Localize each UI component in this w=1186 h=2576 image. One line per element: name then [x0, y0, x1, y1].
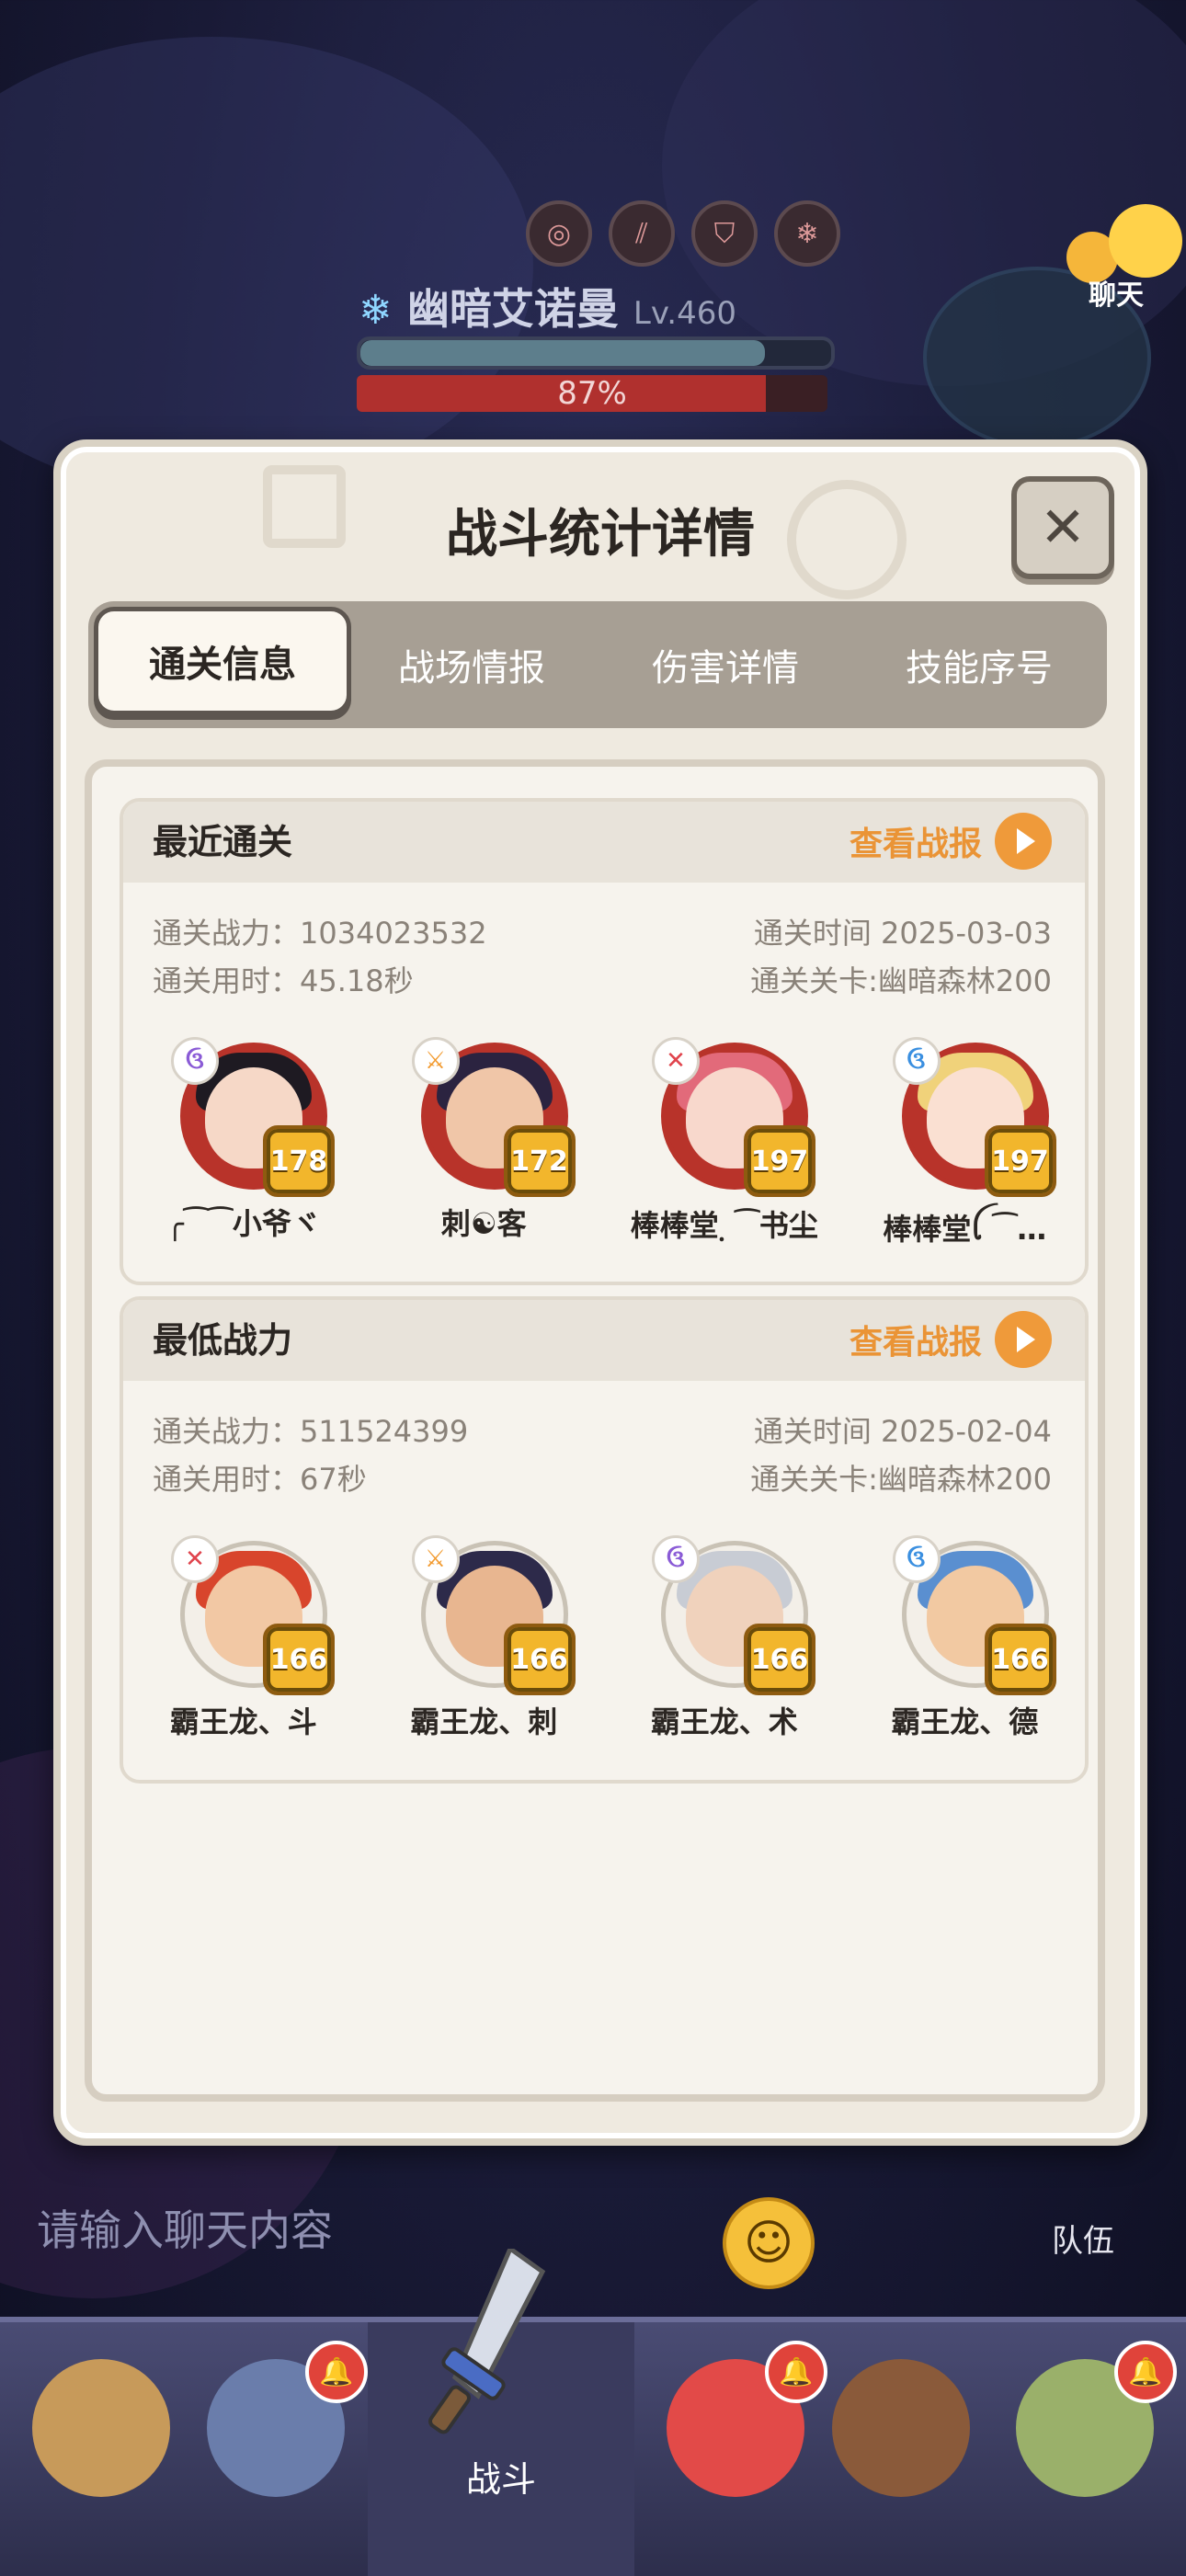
- hero-level-badge: 166: [263, 1624, 335, 1695]
- sword-icon: ⚔: [411, 1037, 460, 1085]
- hero-slot[interactable]: ઉ 166 霸王龙、德: [845, 1535, 1086, 1752]
- card-header: 最近通关 查看战报: [123, 802, 1085, 883]
- chat-input-row: 请输入聊天内容 ☺: [0, 2170, 1186, 2308]
- hero-name: 霸王龙、术: [650, 1704, 798, 1739]
- sword-icon: ⚔: [411, 1535, 460, 1583]
- view-report-button[interactable]: 查看战报: [850, 1311, 1052, 1368]
- clear-stage: 通关关卡:幽暗森林200: [750, 1462, 1052, 1497]
- nav-item-character[interactable]: 🔔: [193, 2341, 368, 2515]
- hero-name: 棒棒堂຺ ⁀书尘: [630, 1208, 818, 1243]
- notification-bell-icon: 🔔: [305, 2341, 368, 2403]
- snowflake-icon: ❄: [774, 200, 840, 267]
- hero-slot[interactable]: ઉ 166 霸王龙、术: [604, 1535, 845, 1752]
- recent-clear-card: 最近通关 查看战报 通关战力：1034023532 通关用时：45.18秒 通关…: [120, 798, 1089, 1285]
- tab-battlefield-intel[interactable]: 战场情报: [348, 610, 596, 719]
- hero-name: ╭⁀⁀小爷ヾ: [165, 1206, 321, 1241]
- hero-name: 刺☯客: [440, 1206, 527, 1241]
- hero-level-badge: 172: [503, 1125, 576, 1197]
- tab-clear-info[interactable]: 通关信息: [94, 607, 351, 715]
- view-report-label: 查看战报: [849, 826, 982, 863]
- modal-title: 战斗统计详情: [446, 505, 755, 564]
- hero-name: 棒棒堂ꪶ ⁀…: [883, 1212, 1047, 1247]
- crossed-swords-icon: ✕: [171, 1535, 219, 1583]
- hero-name: 霸王龙、德: [891, 1704, 1039, 1739]
- target-icon: ◎: [526, 200, 592, 267]
- swirl-icon: ઉ: [652, 1535, 700, 1583]
- clear-duration: 通关用时：45.18秒: [153, 963, 414, 998]
- nav-item-battle[interactable]: 战斗: [368, 2249, 634, 2576]
- view-report-button[interactable]: 查看战报: [850, 813, 1052, 870]
- clear-date: 通关时间 2025-02-04: [753, 1414, 1052, 1449]
- boss-shield-bar: [357, 336, 835, 370]
- swirl-icon: ઉ: [171, 1037, 219, 1085]
- hero-slot[interactable]: ⚔ 172 刺☯客: [364, 1037, 605, 1254]
- nav-item-hero[interactable]: [18, 2350, 184, 2515]
- claw-icon: ⫽: [609, 200, 675, 267]
- chat-face-icon: [1109, 204, 1182, 278]
- hero-level-badge: 178: [263, 1125, 335, 1197]
- hero-lineup: ઉ 178 ╭⁀⁀小爷ヾ ⚔ 172 刺☯客 ✕ 197 棒棒堂຺ ⁀书尘 ઉ …: [123, 1037, 1086, 1254]
- boss-buff-icons: ◎ ⫽ ⛉ ❄: [526, 200, 840, 267]
- hero-lineup: ✕ 166 霸王龙、斗 ⚔ 166 霸王龙、刺 ઉ 166 霸王龙、术 ઉ 16…: [123, 1535, 1086, 1752]
- hero-level-badge: 197: [984, 1125, 1056, 1197]
- nav-item-pet[interactable]: 🔔: [653, 2341, 827, 2515]
- notification-bell-icon: 🔔: [1114, 2341, 1177, 2403]
- hero-slot[interactable]: ✕ 197 棒棒堂຺ ⁀书尘: [604, 1037, 845, 1254]
- hero-avatar-icon: [32, 2359, 170, 2497]
- view-report-label: 查看战报: [849, 1324, 982, 1362]
- hero-slot[interactable]: ⚔ 166 霸王龙、刺: [364, 1535, 605, 1752]
- chat-input[interactable]: 请输入聊天内容: [37, 2197, 333, 2258]
- hero-level-badge: 166: [984, 1624, 1056, 1695]
- guild-avatar-icon: [832, 2359, 970, 2497]
- clear-date: 通关时间 2025-03-03: [753, 916, 1052, 951]
- card-title: 最近通关: [153, 822, 293, 862]
- hero-level-badge: 166: [503, 1624, 576, 1695]
- team-button-label[interactable]: 队伍: [1052, 2216, 1114, 2261]
- boss-level: Lv.460: [633, 295, 737, 332]
- clear-power: 通关战力：1034023532: [153, 916, 487, 951]
- hero-slot[interactable]: ઉ 178 ╭⁀⁀小爷ヾ: [123, 1037, 364, 1254]
- boss-name: 幽暗艾诺曼: [406, 284, 619, 334]
- chat-button-label[interactable]: 聊天: [1089, 272, 1144, 313]
- hero-name: 霸王龙、斗: [169, 1704, 317, 1739]
- lowest-power-card: 最低战力 查看战报 通关战力：511524399 通关用时：67秒 通关时间 2…: [120, 1296, 1089, 1784]
- swirl-icon: ઉ: [892, 1535, 941, 1583]
- clear-duration: 通关用时：67秒: [153, 1462, 367, 1497]
- hero-slot[interactable]: ✕ 166 霸王龙、斗: [123, 1535, 364, 1752]
- tab-damage-details[interactable]: 伤害详情: [601, 610, 850, 719]
- bottom-nav: 🔔 战斗 🔔 🔔: [0, 2249, 1186, 2576]
- crossed-swords-icon: ✕: [652, 1037, 700, 1085]
- bg-glow: [0, 37, 533, 496]
- shield-icon: ⛉: [691, 200, 758, 267]
- battle-stats-modal: 战斗统计详情 ✕ 通关信息 战场情报 伤害详情 技能序号 最近通关 查看战报 通…: [53, 439, 1147, 2146]
- clear-power: 通关战力：511524399: [153, 1414, 469, 1449]
- play-icon: [995, 1311, 1052, 1368]
- hero-slot[interactable]: ઉ 197 棒棒堂ꪶ ⁀…: [845, 1037, 1086, 1254]
- play-icon: [995, 813, 1052, 870]
- boss-nameplate: ❄ 幽暗艾诺曼 Lv.460: [359, 276, 736, 336]
- nav-item-guild[interactable]: [818, 2350, 984, 2515]
- nav-item-shop[interactable]: 🔔: [1002, 2341, 1177, 2515]
- tab-content: 最近通关 查看战报 通关战力：1034023532 通关用时：45.18秒 通关…: [85, 759, 1105, 2102]
- card-header: 最低战力 查看战报: [123, 1300, 1085, 1381]
- emoji-button[interactable]: ☺: [723, 2197, 815, 2289]
- card-title: 最低战力: [153, 1320, 293, 1361]
- hero-level-badge: 197: [744, 1125, 815, 1197]
- frost-icon: ❄: [359, 287, 393, 334]
- sword-icon: [428, 2249, 546, 2434]
- nav-battle-label: 战斗: [465, 2459, 536, 2500]
- hero-name: 霸王龙、刺: [410, 1704, 558, 1739]
- close-button[interactable]: ✕: [1011, 476, 1114, 579]
- swirl-icon: ઉ: [892, 1037, 941, 1085]
- boss-hp-percent: 87%: [557, 375, 627, 412]
- clear-stage: 通关关卡:幽暗森林200: [750, 963, 1052, 998]
- tab-bar: 通关信息 战场情报 伤害详情 技能序号: [88, 601, 1107, 728]
- tab-skill-order[interactable]: 技能序号: [855, 610, 1103, 719]
- boss-hp-bar: 87%: [357, 375, 827, 412]
- hero-level-badge: 166: [744, 1624, 815, 1695]
